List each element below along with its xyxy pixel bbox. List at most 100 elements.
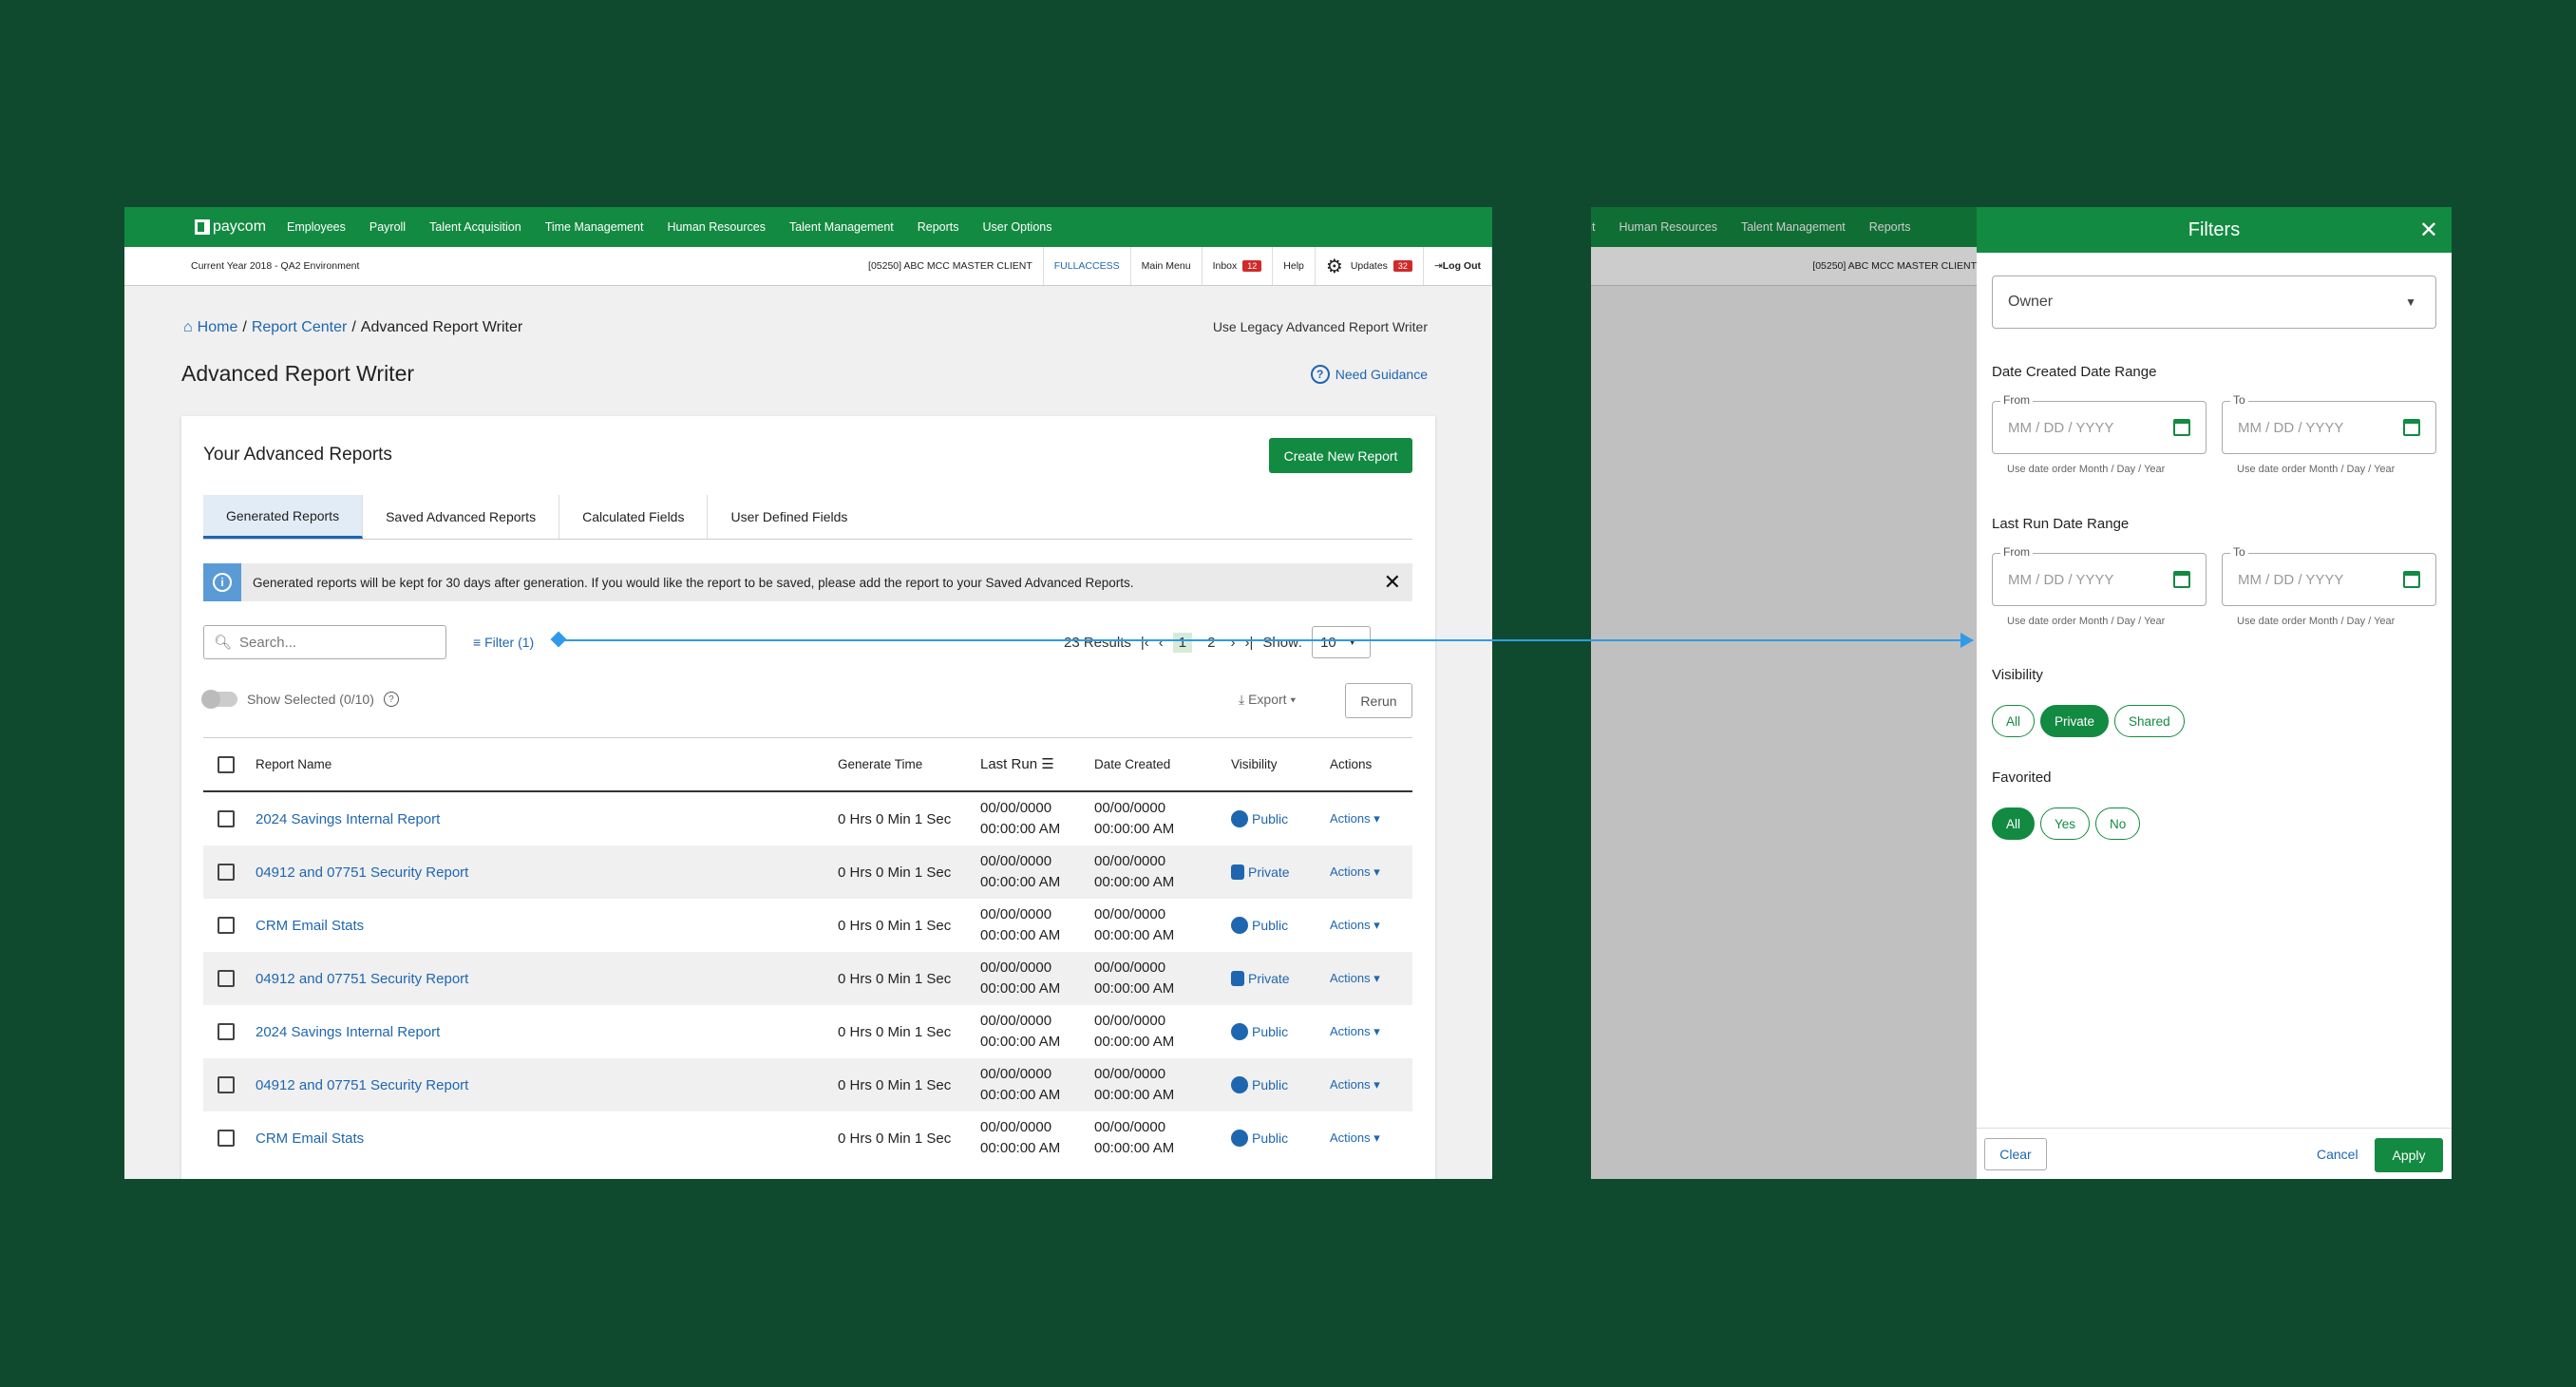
- generate-time: 0 Hrs 0 Min 1 Sec: [838, 810, 952, 827]
- row-checkbox[interactable]: [218, 1076, 235, 1093]
- tab-generated-reports[interactable]: Generated Reports: [203, 495, 364, 539]
- tab-saved-reports[interactable]: Saved Advanced Reports: [363, 495, 560, 539]
- toggle-switch[interactable]: [201, 690, 237, 709]
- lastrun-from-input[interactable]: From MM / DD / YYYY: [1992, 545, 2207, 606]
- reports-table: Report Name Generate Time Last Run ☰ Dat…: [203, 737, 1412, 1165]
- actions-dropdown[interactable]: Actions ▾: [1330, 971, 1380, 986]
- actions-dropdown[interactable]: Actions ▾: [1330, 864, 1380, 880]
- visibility-private-chip[interactable]: Private: [2040, 705, 2110, 737]
- close-icon[interactable]: ✕: [2419, 217, 2438, 244]
- close-icon[interactable]: ✕: [1384, 570, 1401, 595]
- help-link[interactable]: Help: [1273, 247, 1316, 285]
- clear-button[interactable]: Clear: [1984, 1138, 2047, 1170]
- visibility-cell: Public: [1231, 917, 1330, 934]
- cancel-button[interactable]: Cancel: [2317, 1147, 2358, 1162]
- row-checkbox[interactable]: [218, 1130, 235, 1147]
- created-from-input[interactable]: From MM / DD / YYYY: [1992, 393, 2207, 454]
- access-link[interactable]: FULLACCESS: [1044, 247, 1131, 285]
- last-page-icon[interactable]: ›|: [1244, 635, 1253, 651]
- select-all-checkbox[interactable]: [218, 755, 235, 773]
- favorited-no-chip[interactable]: No: [2095, 808, 2141, 840]
- actions-dropdown[interactable]: Actions ▾: [1330, 1077, 1380, 1092]
- last-run-cell: 00/00/0000 00:00:00 AM: [980, 1119, 1061, 1156]
- nav-talent-management[interactable]: Talent Management: [789, 220, 894, 234]
- search-input[interactable]: 🔍︎ Search...: [203, 625, 446, 659]
- calendar-icon[interactable]: [2173, 571, 2190, 588]
- date-created-cell: 00/00/0000 00:00:00 AM: [1094, 906, 1175, 943]
- row-checkbox[interactable]: [218, 917, 235, 934]
- header-date-created[interactable]: Date Created: [1094, 754, 1231, 775]
- show-selected-toggle[interactable]: Show Selected (0/10)?: [201, 690, 399, 709]
- favorited-all-chip[interactable]: All: [1992, 808, 2036, 840]
- generate-time: 0 Hrs 0 Min 1 Sec: [838, 917, 952, 934]
- header-visibility: Visibility: [1231, 757, 1278, 771]
- first-page-icon[interactable]: |‹: [1141, 635, 1149, 651]
- nav-payroll[interactable]: Payroll: [369, 220, 406, 234]
- actions-dropdown[interactable]: Actions ▾: [1330, 918, 1380, 933]
- row-checkbox[interactable]: [218, 864, 235, 881]
- logout-button[interactable]: ⇥ Log Out: [1424, 247, 1492, 285]
- filter-button[interactable]: ≡ Filter (1): [473, 635, 534, 650]
- report-name-link[interactable]: CRM Email Stats: [256, 918, 838, 934]
- report-name-link[interactable]: 2024 Savings Internal Report: [256, 811, 838, 827]
- row-checkbox[interactable]: [218, 1023, 235, 1040]
- report-name-link[interactable]: 2024 Savings Internal Report: [256, 1024, 838, 1040]
- caret-down-icon: ▾: [1373, 1130, 1380, 1145]
- page-size-select[interactable]: 10 ▼: [1312, 626, 1372, 658]
- main-menu-link[interactable]: Main Menu: [1131, 247, 1203, 285]
- updates-link[interactable]: ⚙ Updates 32: [1316, 247, 1424, 285]
- legacy-link[interactable]: Use Legacy Advanced Report Writer: [1213, 319, 1428, 334]
- calendar-icon[interactable]: [2173, 419, 2190, 436]
- create-report-button[interactable]: Create New Report: [1269, 438, 1412, 473]
- paycom-logo[interactable]: paycom: [195, 218, 266, 236]
- prev-page-icon[interactable]: ‹: [1159, 635, 1164, 651]
- calendar-icon[interactable]: [2403, 419, 2420, 436]
- filter-screen: nt Human Resources Talent Management Rep…: [1591, 207, 2452, 1179]
- crumb-home[interactable]: Home: [198, 319, 238, 336]
- actions-dropdown[interactable]: Actions ▾: [1330, 811, 1380, 826]
- owner-select[interactable]: Owner ▼: [1992, 276, 2436, 329]
- visibility-cell: Public: [1231, 1023, 1330, 1040]
- rerun-button[interactable]: Rerun: [1345, 683, 1412, 718]
- header-report-name[interactable]: Report Name: [256, 757, 838, 771]
- page-1[interactable]: 1: [1172, 632, 1193, 653]
- nav-reports[interactable]: Reports: [918, 220, 959, 234]
- next-page-icon[interactable]: ›: [1230, 635, 1235, 651]
- breadcrumb: ⌂ Home / Report Center / Advanced Report W…: [183, 319, 523, 336]
- calendar-icon[interactable]: [2403, 571, 2420, 588]
- nav-talent-acquisition[interactable]: Talent Acquisition: [429, 220, 521, 234]
- report-name-link[interactable]: 04912 and 07751 Security Report: [256, 971, 838, 987]
- need-guidance-link[interactable]: ? Need Guidance: [1310, 365, 1428, 384]
- caret-down-icon: ▾: [1373, 1024, 1380, 1038]
- header-last-run[interactable]: Last Run ☰: [980, 754, 1094, 775]
- page-2[interactable]: 2: [1202, 633, 1221, 653]
- crumb-report-center[interactable]: Report Center: [252, 319, 348, 336]
- nav-time-management[interactable]: Time Management: [545, 220, 644, 234]
- lastrun-to-input[interactable]: To MM / DD / YYYY: [2222, 545, 2436, 606]
- row-checkbox[interactable]: [218, 810, 235, 827]
- tab-calculated-fields[interactable]: Calculated Fields: [559, 495, 709, 539]
- nav-user-options[interactable]: User Options: [983, 220, 1052, 234]
- apply-button[interactable]: Apply: [2375, 1138, 2443, 1172]
- report-name-link[interactable]: CRM Email Stats: [256, 1130, 838, 1147]
- actions-dropdown[interactable]: Actions ▾: [1330, 1130, 1380, 1146]
- report-name-link[interactable]: 04912 and 07751 Security Report: [256, 864, 838, 881]
- date-created-cell: 00/00/0000 00:00:00 AM: [1094, 1066, 1175, 1103]
- inbox-link[interactable]: Inbox 12: [1203, 247, 1274, 285]
- table-row: CRM Email Stats 0 Hrs 0 Min 1 Sec 00/00/00…: [203, 1112, 1412, 1165]
- favorited-yes-chip[interactable]: Yes: [2040, 808, 2091, 840]
- home-icon[interactable]: ⌂: [183, 319, 193, 336]
- filters-panel: Filters ✕ Owner ▼ Date Created Date Range …: [1977, 207, 2452, 1179]
- tab-user-defined-fields[interactable]: User Defined Fields: [708, 495, 870, 539]
- caret-down-icon: ▾: [1373, 971, 1380, 985]
- actions-dropdown[interactable]: Actions ▾: [1330, 1024, 1380, 1039]
- visibility-shared-chip[interactable]: Shared: [2114, 705, 2185, 737]
- row-checkbox[interactable]: [218, 970, 235, 987]
- nav-employees[interactable]: Employees: [287, 220, 346, 234]
- visibility-all-chip[interactable]: All: [1992, 705, 2036, 737]
- nav-human-resources[interactable]: Human Resources: [667, 220, 766, 234]
- header-generate-time[interactable]: Generate Time: [838, 757, 980, 771]
- report-name-link[interactable]: 04912 and 07751 Security Report: [256, 1077, 838, 1093]
- export-button[interactable]: ⤓ Export ▾: [1239, 692, 1296, 708]
- created-to-input[interactable]: To MM / DD / YYYY: [2222, 393, 2436, 454]
